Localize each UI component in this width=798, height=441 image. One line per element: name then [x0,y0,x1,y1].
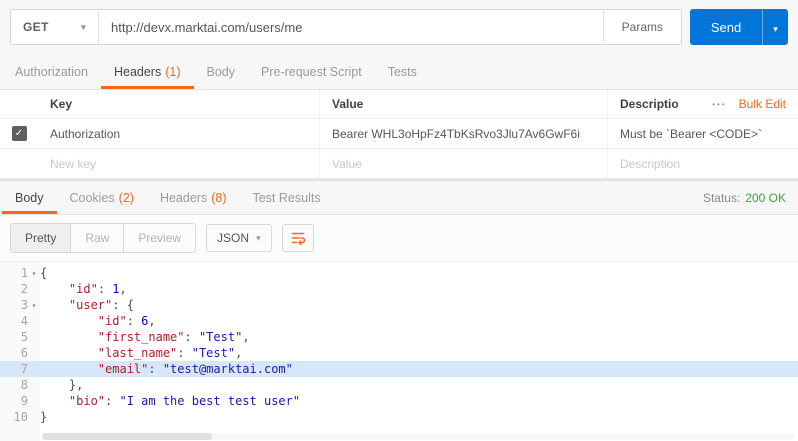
status-value: 200 OK [745,190,786,205]
header-description-cell[interactable]: Must be `Bearer <CODE>` [608,119,798,148]
tab-label: Authorization [15,64,88,79]
url-input[interactable] [99,10,603,44]
code-line-10: } [40,410,48,424]
format-label: JSON [217,231,250,245]
tab-label: Test Results [252,190,321,205]
code-lines: { "id": 1, "user": { "id": 6, "first_nam… [40,262,798,441]
new-header-row: New key Value Description [0,149,798,179]
line-number: 9 [20,394,28,408]
column-header-value: Value [320,90,608,118]
method-dropdown[interactable]: GET ▾ [11,10,99,44]
send-button[interactable]: Send [690,9,762,45]
chevron-down-icon: ▾ [256,232,261,243]
scrollbar-thumb[interactable] [42,433,212,440]
horizontal-scrollbar[interactable] [42,433,794,440]
tab-count: (8) [211,190,227,205]
view-mode-group: Pretty Raw Preview [10,223,197,253]
tab-label: Body [206,64,236,79]
tab-authorization[interactable]: Authorization [2,54,101,89]
code-line-4: "id": 6, [97,314,156,328]
line-number: 3 [20,298,28,312]
checkbox-cell [0,149,38,178]
response-toolbar: Pretty Raw Preview JSON ▾ [0,215,798,262]
params-button[interactable]: Params [602,10,681,44]
code-gutter: 1 ▾ 2 3 ▾ 4 5 6 7 8 9 10 [0,262,40,441]
tab-pre-request-script[interactable]: Pre-request Script [248,54,375,89]
code-line-8: }, [40,378,84,392]
status-badge: Status: 200 OK [703,181,798,214]
line-number: 6 [20,346,28,360]
status-label: Status: [702,190,741,205]
fold-toggle-icon[interactable]: ▾ [28,301,40,310]
header-check-spacer [0,90,38,118]
method-label: GET [23,20,49,34]
request-tabs: Authorization Headers (1) Body Pre-request S… [0,54,798,90]
code-line-5: "first_name": "Test", [97,330,250,344]
view-mode-pretty[interactable]: Pretty [11,224,72,252]
header-value-cell[interactable]: Bearer WHL3oHpFz4TbKsRvo3Jlu7Av6GwF6i [320,119,608,148]
table-row: ✓ Authorization Bearer WHL3oHpFz4TbKsRvo… [0,119,798,149]
code-line-6: "last_name": "Test", [97,346,243,360]
more-options-icon[interactable]: ••• [712,100,726,109]
view-mode-raw[interactable]: Raw [71,224,125,252]
headers-table-header-row: Key Value Description ••• Bulk Edit [0,90,798,119]
line-number: 2 [20,282,28,296]
code-line-2: "id": 1, [68,282,127,296]
checkbox-cell: ✓ [0,119,38,148]
fold-toggle-icon[interactable]: ▾ [28,269,40,278]
row-checkbox[interactable]: ✓ [11,126,27,141]
response-tab-cookies[interactable]: Cookies (2) [57,181,147,214]
tab-body[interactable]: Body [194,54,249,89]
line-number: 5 [20,330,28,344]
send-options-button[interactable]: ▾ [762,9,788,45]
column-header-key: Key [38,90,320,118]
line-number: 4 [20,314,28,328]
line-number: 1 [20,266,28,280]
view-mode-preview[interactable]: Preview [124,224,196,252]
code-line-1: { [40,266,48,280]
response-tabs: Body Cookies (2) Headers (8) Test Results [2,181,334,214]
wrap-text-icon [291,232,305,245]
code-line-9: "bio": "I am the best test user" [68,394,301,408]
tab-label: Pre-request Script [261,64,362,79]
header-key-cell[interactable]: Authorization [38,119,320,148]
chevron-down-icon: ▾ [81,21,86,32]
code-line-7: "email": "test@marktai.com" [40,361,798,377]
tab-label: Cookies [69,190,115,205]
tab-label: Tests [387,64,417,79]
column-header-description: Description [620,97,678,111]
response-tab-body[interactable]: Body [2,181,57,214]
tab-headers[interactable]: Headers (1) [101,54,194,89]
chevron-down-icon: ▾ [773,23,778,34]
tab-count: (2) [118,190,134,205]
line-number: 8 [20,378,28,392]
send-button-group: Send ▾ [690,9,788,45]
bulk-edit-button[interactable]: Bulk Edit [739,97,786,111]
format-dropdown[interactable]: JSON ▾ [206,224,272,252]
line-number: 10 [13,410,28,424]
tab-label: Headers [159,190,208,205]
tab-label: Headers [113,64,162,79]
line-number: 7 [20,362,28,376]
tab-count: (1) [165,64,181,79]
table-actions: ••• Bulk Edit [678,90,798,118]
wrap-text-button[interactable] [281,224,314,252]
headers-table: Key Value Description ••• Bulk Edit ✓ Au… [0,90,798,179]
url-group: GET ▾ Params [10,9,682,45]
postman-app: GET ▾ Params Send ▾ Authorization Headers… [0,0,798,441]
request-bar: GET ▾ Params Send ▾ [0,0,798,54]
response-tab-test-results[interactable]: Test Results [239,181,333,214]
response-tab-headers[interactable]: Headers (8) [147,181,240,214]
new-value-input[interactable]: Value [320,149,608,178]
tab-label: Body [15,190,44,205]
tab-tests[interactable]: Tests [375,54,430,89]
new-key-input[interactable]: New key [38,149,320,178]
new-description-input[interactable]: Description [608,149,798,178]
response-body-editor[interactable]: 1 ▾ 2 3 ▾ 4 5 6 7 8 9 10 { "id": 1, "user": { "id":… [0,262,798,441]
code-line-3: "user": { [68,298,134,312]
response-header: Body Cookies (2) Headers (8) Test Results Sta… [0,179,798,215]
